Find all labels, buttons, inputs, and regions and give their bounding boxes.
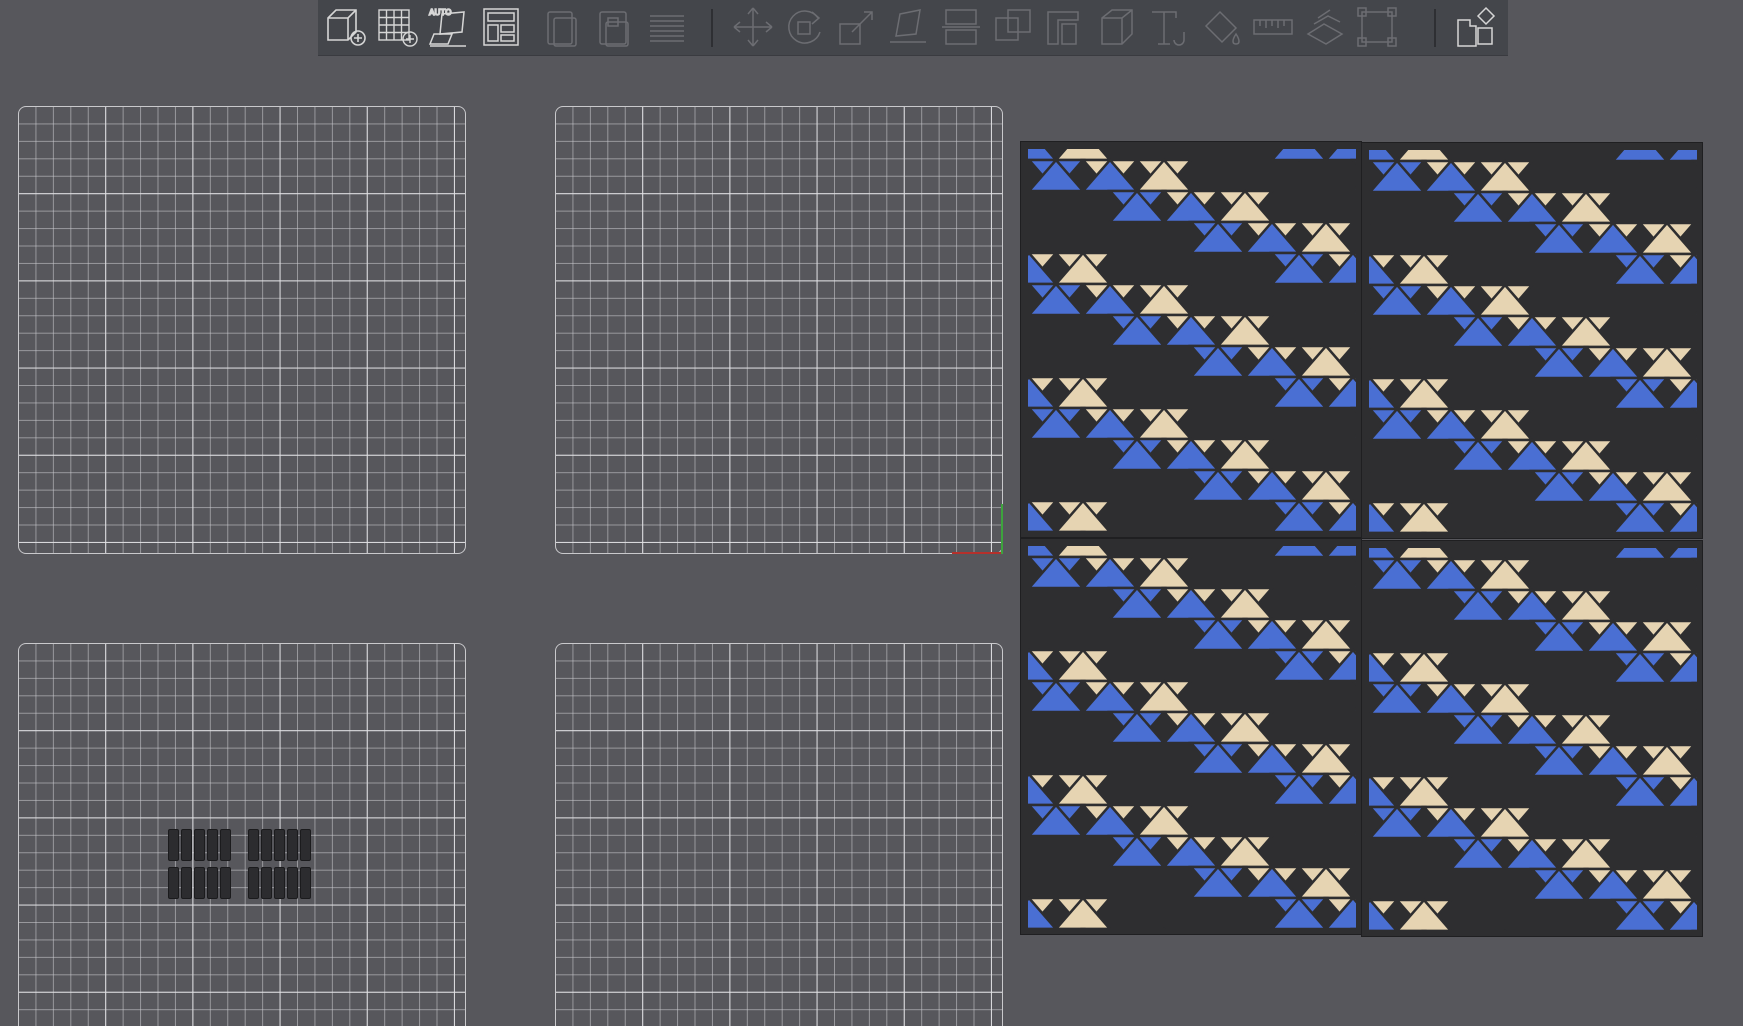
add-object-icon[interactable] [322,4,368,50]
small-part[interactable] [168,829,179,861]
small-part[interactable] [220,867,231,899]
move-icon[interactable] [730,4,776,50]
small-part[interactable] [248,829,259,861]
small-part[interactable] [248,867,259,899]
toolbar-separator [711,9,713,47]
triangle-pattern [1362,541,1702,936]
assembly-icon[interactable] [1302,4,1348,50]
layers-icon[interactable] [644,4,690,50]
small-part[interactable] [261,867,272,899]
small-part[interactable] [194,829,205,861]
triangle-pattern [1362,143,1702,538]
small-part[interactable] [274,867,285,899]
small-part[interactable] [274,829,285,861]
triangle-pattern [1021,142,1361,537]
small-part[interactable] [207,829,218,861]
tile-object-bottom-right[interactable] [1361,540,1703,937]
small-part[interactable] [220,829,231,861]
small-part[interactable] [194,867,205,899]
x-axis-indicator [952,552,1002,554]
add-plate-icon[interactable] [374,4,420,50]
small-part[interactable] [207,867,218,899]
small-part[interactable] [287,867,298,899]
split-to-parts-icon[interactable] [1452,4,1498,50]
small-part[interactable] [287,829,298,861]
small-parts-group[interactable] [168,829,318,903]
paste-icon[interactable] [592,4,638,50]
build-plate-1[interactable] [18,106,466,554]
seam-paint-icon[interactable] [1094,4,1140,50]
support-paint-icon[interactable] [1042,4,1088,50]
small-part[interactable] [300,867,311,899]
small-part[interactable] [261,829,272,861]
small-part[interactable] [300,829,311,861]
small-part[interactable] [181,829,192,861]
tile-object-top-left[interactable] [1020,141,1362,538]
lay-on-face-icon[interactable] [886,4,932,50]
measure-icon[interactable] [1250,4,1296,50]
cut-icon[interactable] [938,4,984,50]
toolbar-separator [1434,9,1436,47]
y-axis-indicator [1001,504,1003,554]
small-part[interactable] [181,867,192,899]
auto-label: AUTO [429,8,452,17]
build-plate-2[interactable] [555,106,1003,554]
build-plate-4[interactable] [555,643,1003,1026]
copy-icon[interactable] [540,4,586,50]
scale-icon[interactable] [834,4,880,50]
tile-object-top-right[interactable] [1361,142,1703,539]
tile-object-bottom-left[interactable] [1020,538,1362,935]
color-paint-icon[interactable] [1198,4,1244,50]
boolean-icon[interactable] [990,4,1036,50]
auto-orient-icon[interactable]: AUTO [426,4,472,50]
small-part[interactable] [168,867,179,899]
triangle-pattern [1021,539,1361,934]
text-icon[interactable] [1146,4,1192,50]
variable-layer-icon[interactable] [1354,4,1400,50]
arrange-icon[interactable] [478,4,524,50]
rotate-icon[interactable] [782,4,828,50]
main-toolbar: AUTO [318,0,1508,56]
